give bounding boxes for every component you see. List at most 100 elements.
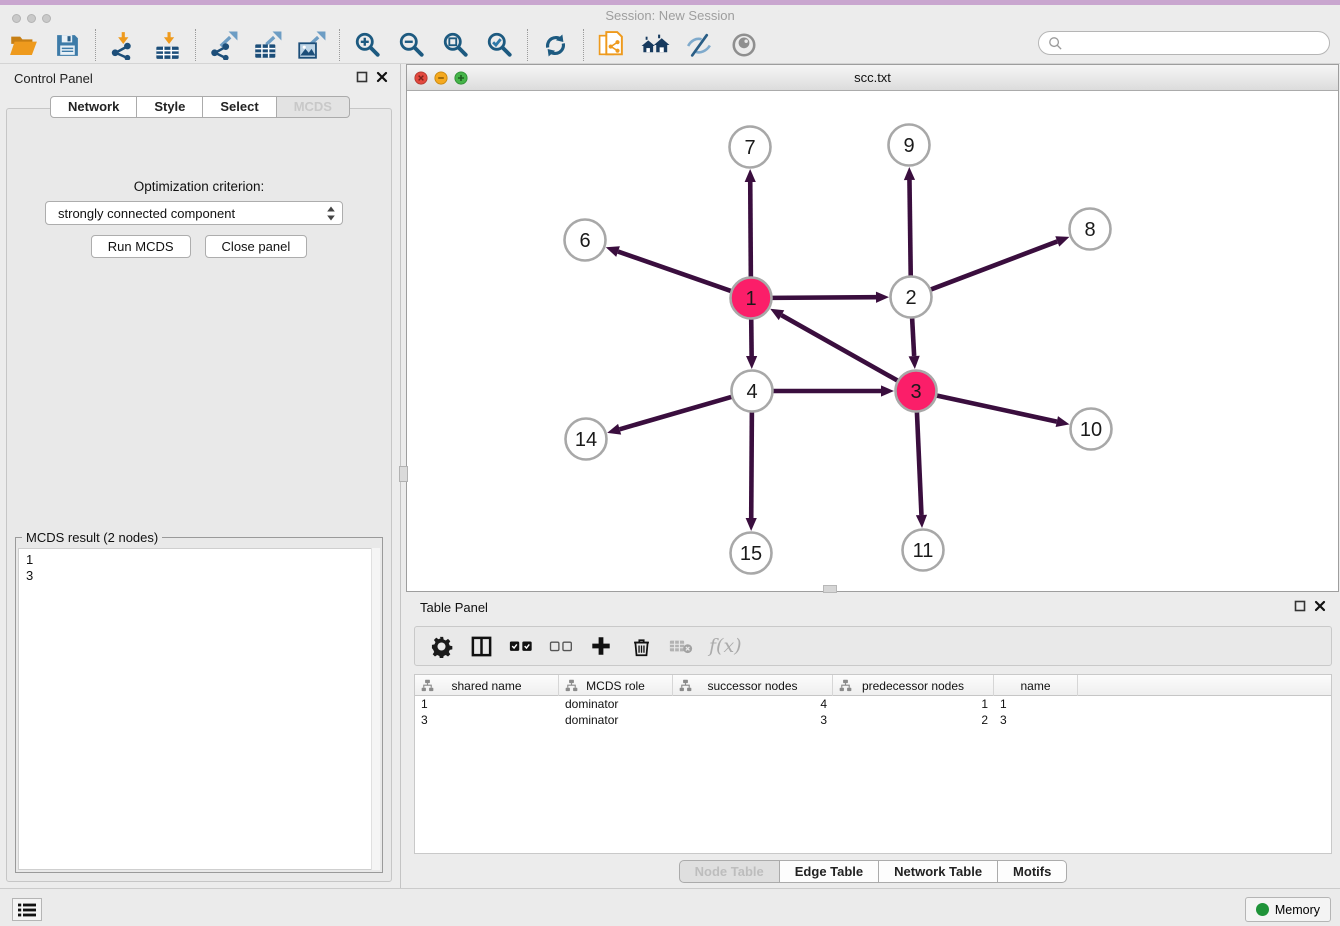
tab-edge-table[interactable]: Edge Table <box>780 860 879 883</box>
table-cell[interactable]: dominator <box>559 712 673 728</box>
close-panel-icon[interactable] <box>376 71 388 83</box>
table-row[interactable]: 1dominator411 <box>415 696 1331 712</box>
graph-edge-3-10[interactable] <box>937 395 1070 427</box>
tab-network[interactable]: Network <box>50 96 137 118</box>
svg-text:9: 9 <box>903 135 914 157</box>
select-all-icon[interactable] <box>509 634 533 658</box>
graph-edge-2-3[interactable] <box>909 318 920 369</box>
column-header-shared-name[interactable]: shared name <box>415 675 559 696</box>
refresh-icon[interactable] <box>541 31 570 60</box>
graph-node-4[interactable]: 4 <box>732 371 773 412</box>
graph-edge-2-9[interactable] <box>904 167 915 276</box>
graph-edge-3-1[interactable] <box>770 309 898 381</box>
network-file-icon[interactable] <box>597 31 626 60</box>
graph-edge-1-6[interactable] <box>606 246 731 291</box>
table-cell[interactable]: 4 <box>673 696 833 712</box>
hide-unhide-icon[interactable] <box>685 31 714 60</box>
graph-node-3[interactable]: 3 <box>896 371 937 412</box>
columns-icon[interactable] <box>469 634 493 658</box>
table-cell[interactable]: dominator <box>559 696 673 712</box>
tab-mcds[interactable]: MCDS <box>277 96 350 118</box>
optimization-criterion-select[interactable]: strongly connected component <box>45 201 343 225</box>
save-session-icon[interactable] <box>53 31 82 60</box>
mcds-result-scrollbar[interactable] <box>371 548 380 870</box>
svg-text:1: 1 <box>745 288 756 310</box>
import-network-icon[interactable] <box>109 31 138 60</box>
graph-node-11[interactable]: 11 <box>903 530 944 571</box>
search-input[interactable] <box>1063 34 1329 52</box>
tab-select[interactable]: Select <box>203 96 276 118</box>
table-row[interactable]: 3dominator323 <box>415 712 1331 728</box>
table-cell[interactable]: 2 <box>833 712 994 728</box>
graph-edge-4-15[interactable] <box>746 412 757 531</box>
deselect-all-icon[interactable] <box>549 634 573 658</box>
gear-icon[interactable] <box>429 634 453 658</box>
column-header-name[interactable]: name <box>994 675 1078 696</box>
toolbar-group <box>196 29 340 61</box>
tab-motifs[interactable]: Motifs <box>998 860 1067 883</box>
run-mcds-button[interactable]: Run MCDS <box>91 235 191 258</box>
task-history-button[interactable] <box>12 898 42 921</box>
mcds-tab-page: Optimization criterion: strongly connect… <box>6 108 392 882</box>
graph-node-6[interactable]: 6 <box>565 220 606 261</box>
tab-node-table[interactable]: Node Table <box>679 860 780 883</box>
column-header-successor-nodes[interactable]: successor nodes <box>673 675 833 696</box>
table-cell[interactable]: 3 <box>994 712 1078 728</box>
float-panel-icon[interactable] <box>1294 600 1306 612</box>
network-window-titlebar[interactable]: scc.txt <box>407 65 1338 91</box>
panel-divider-grip[interactable] <box>399 466 408 482</box>
graph-node-2[interactable]: 2 <box>891 277 932 318</box>
graph-node-14[interactable]: 14 <box>566 419 607 460</box>
graph-edge-2-8[interactable] <box>931 236 1070 289</box>
memory-button[interactable]: Memory <box>1245 897 1331 922</box>
graph-edge-4-14[interactable] <box>607 397 732 435</box>
column-header-predecessor-nodes[interactable]: predecessor nodes <box>833 675 994 696</box>
graph-node-15[interactable]: 15 <box>731 533 772 574</box>
table-cell[interactable]: 3 <box>415 712 559 728</box>
graph-node-7[interactable]: 7 <box>730 127 771 168</box>
svg-text:11: 11 <box>913 540 934 562</box>
search-box[interactable] <box>1038 31 1330 55</box>
table-cell[interactable]: 1 <box>415 696 559 712</box>
zoom-out-icon[interactable] <box>397 31 426 60</box>
eye-icon[interactable] <box>729 31 758 60</box>
graph-edge-4-3[interactable] <box>773 385 894 396</box>
add-icon[interactable] <box>589 634 613 658</box>
table-cell[interactable]: 3 <box>673 712 833 728</box>
toolbar-group <box>0 29 96 61</box>
column-label: shared name <box>451 679 521 693</box>
delete-icon[interactable] <box>629 634 653 658</box>
status-bar: Memory <box>0 888 1340 926</box>
svg-text:10: 10 <box>1080 419 1102 441</box>
zoom-in-icon[interactable] <box>353 31 382 60</box>
graph-edge-1-7[interactable] <box>745 169 756 277</box>
window-resize-grip[interactable] <box>823 585 837 593</box>
graph-edge-3-11[interactable] <box>916 412 927 528</box>
column-header-mcds-role[interactable]: MCDS role <box>559 675 673 696</box>
graph-edge-1-4[interactable] <box>746 319 757 369</box>
zoom-fit-icon[interactable] <box>441 31 470 60</box>
import-table-icon[interactable] <box>153 31 182 60</box>
close-panel-button[interactable]: Close panel <box>205 235 308 258</box>
export-network-icon[interactable] <box>209 31 238 60</box>
table-cell[interactable]: 1 <box>833 696 994 712</box>
export-table-icon[interactable] <box>253 31 282 60</box>
table-cell[interactable]: 1 <box>994 696 1078 712</box>
graph-node-8[interactable]: 8 <box>1070 209 1111 250</box>
home-icon[interactable] <box>641 31 670 60</box>
zoom-selected-icon[interactable] <box>485 31 514 60</box>
mcds-result-list[interactable]: 1 3 <box>18 548 380 870</box>
graph-node-1[interactable]: 1 <box>731 278 772 319</box>
tab-network-table[interactable]: Network Table <box>879 860 998 883</box>
graph-node-9[interactable]: 9 <box>889 125 930 166</box>
node-table[interactable]: shared name MCDS rolesuccessor nodesprede… <box>414 674 1332 854</box>
float-panel-icon[interactable] <box>356 71 368 83</box>
export-image-icon[interactable] <box>297 31 326 60</box>
node-table-body: 1dominator4113dominator323 <box>415 696 1331 728</box>
graph-edge-1-2[interactable] <box>772 292 889 303</box>
close-panel-icon[interactable] <box>1314 600 1326 612</box>
graph-node-10[interactable]: 10 <box>1071 409 1112 450</box>
tab-style[interactable]: Style <box>137 96 203 118</box>
network-canvas[interactable]: 1 2 3 4 6 7 8 9 10 11 14 15 <box>407 91 1338 591</box>
open-file-icon[interactable] <box>9 31 38 60</box>
